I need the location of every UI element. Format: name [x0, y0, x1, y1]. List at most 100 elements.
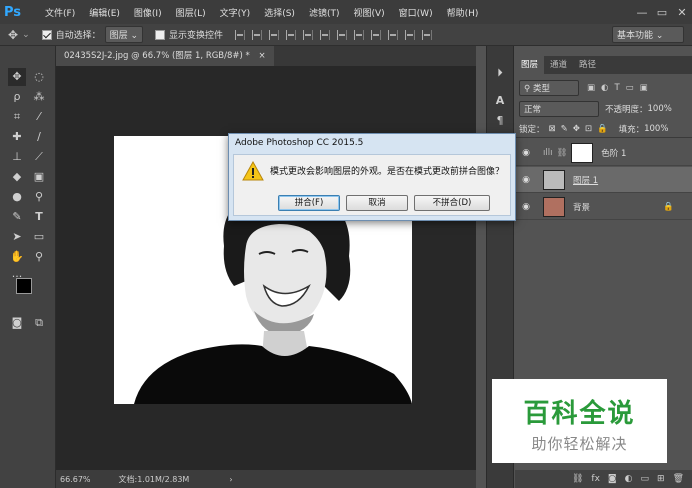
menu-file[interactable]: 文件(F): [38, 6, 82, 19]
status-arrow-icon[interactable]: ›: [229, 475, 232, 484]
new-adjustment-icon[interactable]: ◐: [625, 474, 633, 484]
move-icon[interactable]: ✥: [8, 68, 26, 86]
show-transform-checkbox[interactable]: [155, 29, 166, 40]
dodge-icon[interactable]: ⚲: [30, 188, 48, 206]
menu-select[interactable]: 选择(S): [257, 6, 302, 19]
quick-mask-icon[interactable]: ◙: [8, 314, 26, 332]
align-left-icon[interactable]: [286, 29, 297, 40]
distribute-bottom-icon[interactable]: [371, 29, 382, 40]
menu-type[interactable]: 文字(Y): [213, 6, 258, 19]
menu-filter[interactable]: 滤镜(T): [302, 6, 347, 19]
dont-flatten-button[interactable]: 不拼合(D): [414, 195, 490, 211]
distribute-top-icon[interactable]: [337, 29, 348, 40]
distribute-right-icon[interactable]: [422, 29, 433, 40]
tab-paths[interactable]: 路径: [573, 56, 602, 74]
layer-row[interactable]: ◉ 背景 🔒: [515, 194, 692, 220]
tab-channels[interactable]: 通道: [544, 56, 573, 74]
magic-wand-icon[interactable]: ⁂: [30, 88, 48, 106]
add-mask-icon[interactable]: ◙: [608, 474, 617, 484]
marquee-icon[interactable]: ◌: [30, 68, 48, 86]
status-bar: 66.67% 文档:1.01M/2.83M ›: [56, 470, 476, 488]
crop-icon[interactable]: ⌗: [8, 108, 26, 126]
history-panel-icon[interactable]: ⏵: [491, 64, 509, 82]
flatten-button[interactable]: 拼合(F): [278, 195, 340, 211]
blend-mode-dropdown[interactable]: 正常: [519, 101, 599, 117]
opacity-value[interactable]: 100%: [648, 104, 672, 114]
visibility-eye-icon[interactable]: ◉: [519, 175, 533, 185]
link-layers-icon[interactable]: ⛓: [572, 474, 583, 484]
menu-help[interactable]: 帮助(H): [440, 6, 486, 19]
adjustment-icon: ıllı: [543, 147, 553, 158]
layer-filter-dropdown[interactable]: ⚲ 类型: [519, 80, 579, 96]
align-right-icon[interactable]: [320, 29, 331, 40]
watermark-logo: 百科全说 助你轻松解决: [492, 379, 667, 463]
align-top-icon[interactable]: [235, 29, 246, 40]
layer-filter-row: ⚲ 类型 ▣◐T▭▣: [515, 78, 692, 98]
close-tab-icon[interactable]: ×: [259, 51, 266, 61]
history-brush-icon[interactable]: ⟋: [30, 148, 48, 166]
fill-value[interactable]: 100%: [644, 124, 668, 134]
dialog-body: 模式更改会影响图层的外观。是否在模式更改前拼合图像？ 拼合(F) 取消 不拼合(…: [233, 154, 511, 216]
eyedropper-icon[interactable]: ⁄: [30, 108, 48, 126]
pen-icon[interactable]: ✎: [8, 208, 26, 226]
clone-stamp-icon[interactable]: ⊥: [8, 148, 26, 166]
lasso-icon[interactable]: ρ: [8, 88, 26, 106]
visibility-eye-icon[interactable]: ◉: [519, 148, 533, 158]
document-tab[interactable]: 02435S2J-2.jpg @ 66.7% (图层 1, RGB/8#) * …: [56, 46, 274, 66]
lock-icons[interactable]: ⊠✎✥⊡🔒: [549, 124, 613, 134]
auto-select-dropdown[interactable]: 图层 ⌄: [104, 26, 144, 43]
hand-icon[interactable]: ✋: [8, 248, 26, 266]
tab-layers[interactable]: 图层: [515, 56, 545, 74]
distribute-hcenter-icon[interactable]: [405, 29, 416, 40]
watermark-title: 百科全说: [523, 399, 636, 429]
photoshop-logo: Ps: [4, 4, 22, 20]
workspace-dropdown[interactable]: 基本功能 ⌄: [612, 26, 684, 43]
delete-layer-icon[interactable]: 🗑: [673, 474, 684, 484]
move-tool-icon[interactable]: ✥: [8, 28, 18, 42]
canvas-area[interactable]: [56, 66, 476, 470]
distribute-left-icon[interactable]: [388, 29, 399, 40]
cancel-button[interactable]: 取消: [346, 195, 408, 211]
menu-window[interactable]: 窗口(W): [392, 6, 440, 19]
align-bottom-icon[interactable]: [269, 29, 280, 40]
healing-brush-icon[interactable]: ✚: [8, 128, 26, 146]
foreground-color-swatch[interactable]: [16, 278, 32, 294]
gradient-icon[interactable]: ▣: [30, 168, 48, 186]
menu-edit[interactable]: 编辑(E): [82, 6, 127, 19]
layers-bottom-bar: ⛓ fx ◙ ◐ ▭ ⊞ 🗑: [515, 470, 692, 488]
filter-icons[interactable]: ▣◐T▭▣: [587, 83, 654, 93]
auto-select-checkbox[interactable]: [41, 29, 52, 40]
layer-row[interactable]: ◉ 图层 1: [515, 167, 692, 193]
layer-row[interactable]: ◉ ıllı ⛓ 色阶 1: [515, 140, 692, 166]
menu-layer[interactable]: 图层(L): [169, 6, 213, 19]
zoom-level[interactable]: 66.67%: [60, 475, 91, 484]
lock-icon: 🔒: [663, 201, 674, 212]
fx-icon[interactable]: fx: [591, 474, 600, 484]
chain-link-icon: ⛓: [556, 147, 568, 158]
minimize-button[interactable]: —: [632, 6, 652, 19]
zoom-icon[interactable]: ⚲: [30, 248, 48, 266]
paragraph-panel-icon[interactable]: ¶: [491, 112, 509, 130]
path-select-icon[interactable]: ➤: [8, 228, 26, 246]
rectangle-icon[interactable]: ▭: [30, 228, 48, 246]
restore-button[interactable]: ▭: [652, 6, 672, 19]
align-vcenter-icon[interactable]: [252, 29, 263, 40]
chevron-down-icon[interactable]: ⌄: [22, 30, 30, 40]
type-icon[interactable]: T: [30, 208, 48, 226]
align-hcenter-icon[interactable]: [303, 29, 314, 40]
close-window-button[interactable]: ✕: [672, 6, 692, 19]
menu-view[interactable]: 视图(V): [346, 6, 391, 19]
distribute-vcenter-icon[interactable]: [354, 29, 365, 40]
screen-mode-icon[interactable]: ⧉: [30, 314, 48, 332]
mode-change-dialog: Adobe Photoshop CC 2015.5 模式更改会影响图层的外观。是…: [228, 133, 516, 221]
character-panel-icon[interactable]: A: [491, 92, 509, 110]
auto-select-label: 自动选择：: [55, 31, 101, 41]
new-layer-icon[interactable]: ⊞: [657, 474, 665, 484]
layer-mask-thumbnail: [571, 142, 594, 163]
blur-icon[interactable]: ●: [8, 188, 26, 206]
visibility-eye-icon[interactable]: ◉: [519, 202, 533, 212]
brush-icon[interactable]: ∕: [30, 128, 48, 146]
new-group-icon[interactable]: ▭: [641, 474, 650, 484]
eraser-icon[interactable]: ◆: [8, 168, 26, 186]
menu-image[interactable]: 图像(I): [127, 6, 169, 19]
